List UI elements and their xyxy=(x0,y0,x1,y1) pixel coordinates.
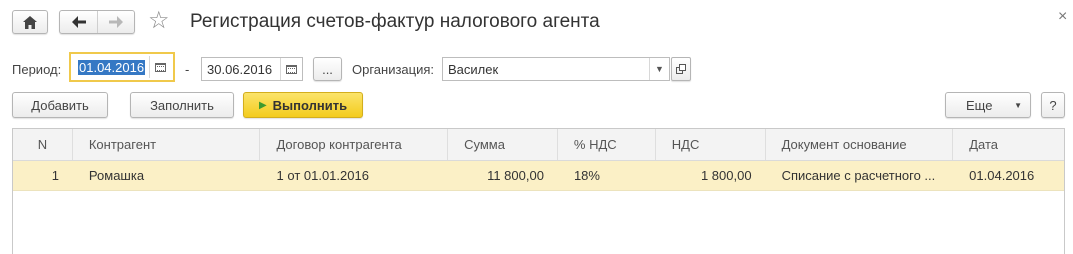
help-button[interactable]: ? xyxy=(1041,92,1065,118)
forward-button[interactable] xyxy=(97,11,134,33)
page-title: Регистрация счетов-фактур налогового аге… xyxy=(190,11,600,32)
invoices-table: N Контрагент Договор контрагента Сумма %… xyxy=(12,128,1065,254)
table-cell: Списание с расчетного ... xyxy=(781,168,936,183)
date-to-calendar-button[interactable] xyxy=(280,58,302,80)
org-label: Организация: xyxy=(352,62,435,77)
table-cell: 18% xyxy=(573,168,600,183)
add-button[interactable]: Добавить xyxy=(12,92,108,118)
table-cell: 1 от 01.01.2016 xyxy=(276,168,369,183)
fill-button[interactable]: Заполнить xyxy=(130,92,234,118)
org-value: Василек xyxy=(448,61,499,77)
play-icon: ▶ xyxy=(258,99,267,111)
org-field[interactable]: Василек ▼ xyxy=(442,57,670,81)
table-cell: Ромашка xyxy=(88,168,145,183)
column-header[interactable]: НДС xyxy=(656,129,766,160)
dropdown-icon: ▼ xyxy=(1014,100,1022,110)
dropdown-icon: ▼ xyxy=(655,64,664,74)
back-arrow-icon xyxy=(71,16,86,28)
column-header[interactable]: Контрагент xyxy=(73,129,261,160)
more-button-label: Еще xyxy=(966,97,993,113)
org-dropdown-button[interactable]: ▼ xyxy=(649,58,669,80)
table-cell: 1 800,00 xyxy=(700,168,752,183)
period-label: Период: xyxy=(12,62,62,77)
column-header[interactable]: Договор контрагента xyxy=(260,129,449,160)
date-from-field[interactable]: 01.04.2016 xyxy=(69,52,175,82)
close-icon[interactable]: × xyxy=(1058,8,1067,26)
date-to-value: 30.06.2016 xyxy=(207,61,273,77)
table-row[interactable]: 1 Ромашка 1 от 01.01.2016 11 800,00 18% … xyxy=(13,161,1064,191)
star-icon[interactable]: ☆ xyxy=(148,7,170,35)
more-button[interactable]: Еще ▼ xyxy=(945,92,1031,118)
home-icon xyxy=(23,15,37,29)
column-header[interactable]: Сумма xyxy=(448,129,558,160)
open-icon xyxy=(676,64,686,74)
table-cell: 11 800,00 xyxy=(487,168,544,183)
column-header[interactable]: Дата xyxy=(953,129,1064,160)
date-from-value: 01.04.2016 xyxy=(78,59,146,75)
forward-arrow-icon xyxy=(109,16,123,28)
table-cell: 1 xyxy=(51,168,59,183)
run-button-label: Выполнить xyxy=(272,97,348,113)
column-header[interactable]: % НДС xyxy=(558,129,656,160)
table-cell: 01.04.2016 xyxy=(969,168,1035,183)
home-button[interactable] xyxy=(12,10,48,34)
org-open-button[interactable] xyxy=(671,57,691,81)
table-header: N Контрагент Договор контрагента Сумма %… xyxy=(13,129,1064,161)
column-header[interactable]: N xyxy=(13,129,73,160)
period-separator: - xyxy=(185,62,190,77)
back-button[interactable] xyxy=(60,11,97,33)
column-header[interactable]: Документ основание xyxy=(766,129,954,160)
date-to-field[interactable]: 30.06.2016 xyxy=(201,57,303,81)
date-from-calendar-button[interactable] xyxy=(149,56,171,78)
calendar-icon xyxy=(155,62,166,72)
run-button[interactable]: ▶ Выполнить xyxy=(243,92,363,118)
calendar-icon xyxy=(286,64,297,74)
history-nav xyxy=(59,10,135,34)
period-select-button[interactable]: ... xyxy=(313,57,342,81)
